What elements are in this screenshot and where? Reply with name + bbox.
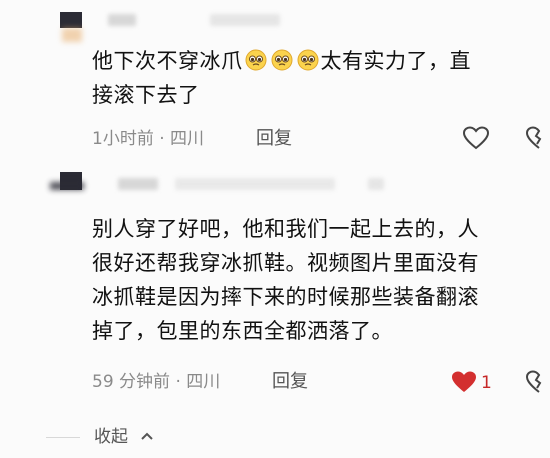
username-blurred[interactable] xyxy=(175,178,335,190)
comment-text-part: 太有实力了，直 xyxy=(320,49,471,73)
collapse-divider xyxy=(46,437,80,438)
reply-button[interactable]: 回复 xyxy=(256,128,292,150)
chevron-up-icon[interactable] xyxy=(140,430,154,442)
comment-text-part: 他下次不穿冰爪 xyxy=(92,49,243,73)
like-count: 1 xyxy=(481,373,492,393)
pleading-face-emoji xyxy=(297,49,318,71)
heart-filled-icon[interactable] xyxy=(450,370,478,394)
username-blurred[interactable] xyxy=(368,178,384,190)
comment-text-part: 接滚下去了 xyxy=(92,83,200,107)
avatar xyxy=(50,182,84,190)
comment-line: 别人穿了好吧，他和我们一起上去的，人 xyxy=(92,217,479,241)
collapse-button[interactable]: 收起 xyxy=(94,426,128,448)
reply-button[interactable]: 回复 xyxy=(272,371,308,393)
username-blurred[interactable] xyxy=(118,178,158,190)
broken-heart-icon[interactable] xyxy=(525,126,550,150)
pleading-face-emoji xyxy=(271,49,292,71)
heart-outline-icon[interactable] xyxy=(462,126,490,150)
comment-text: 他下次不穿冰爪 太有实力了，直 接滚下去了 xyxy=(92,44,532,112)
comment-line: 冰抓鞋是因为摔下来的时候那些装备翻滚 xyxy=(92,285,479,309)
comment-line: 掉了，包里的东西全都洒落了。 xyxy=(92,319,393,343)
avatar xyxy=(62,28,82,42)
username-blurred[interactable] xyxy=(108,14,136,26)
pleading-face-emoji xyxy=(245,49,266,71)
comment-text: 别人穿了好吧，他和我们一起上去的，人 很好还帮我穿冰抓鞋。视频图片里面没有 冰抓… xyxy=(92,212,542,348)
comment-line: 很好还帮我穿冰抓鞋。视频图片里面没有 xyxy=(92,251,479,275)
avatar[interactable] xyxy=(60,12,82,28)
username-blurred[interactable] xyxy=(210,14,280,26)
comment-meta: 59 分钟前 · 四川 xyxy=(92,372,221,392)
comment-meta: 1小时前 · 四川 xyxy=(92,129,205,149)
comment-thread: 他下次不穿冰爪 太有实力了，直 接滚下去了 1小时前 · 四川 回复 别人穿了好吧… xyxy=(0,0,550,458)
broken-heart-icon[interactable] xyxy=(525,370,550,394)
